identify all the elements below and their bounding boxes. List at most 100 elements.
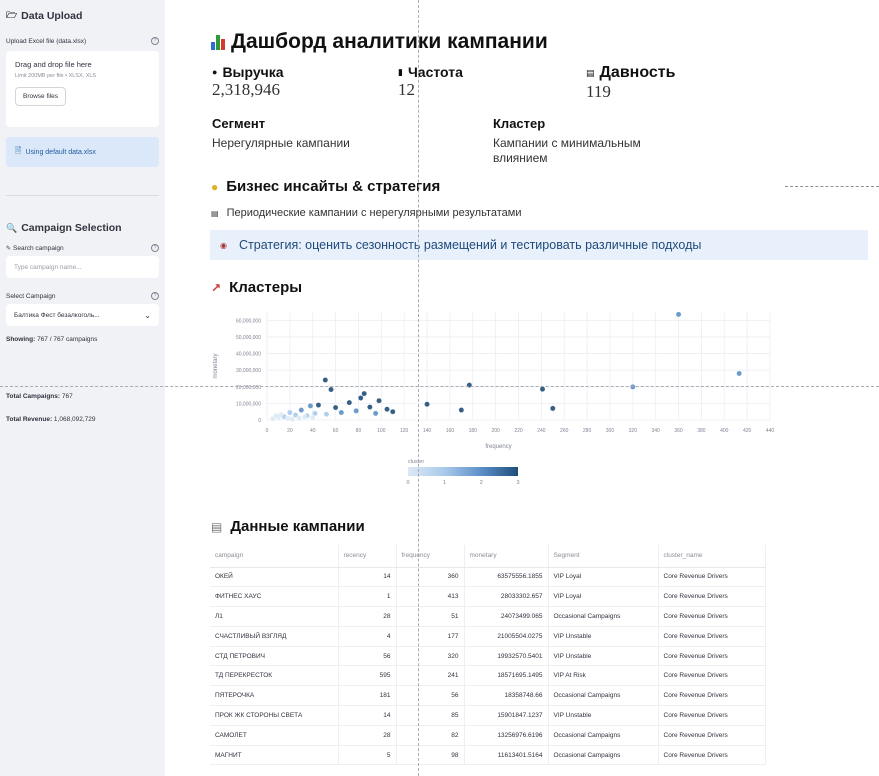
folder-icon: 🗁	[6, 10, 18, 20]
table-cell-monetary: 18571695.1495	[464, 665, 549, 687]
data-heading: ▤ Данные кампании	[211, 518, 365, 535]
search-campaign-input[interactable]: Type campaign name...	[6, 256, 159, 278]
insight-text: ▤ Периодические кампании с нерегулярными…	[211, 207, 522, 219]
x-tick-label: 360	[674, 428, 683, 434]
scatter-point	[289, 416, 295, 422]
table-row[interactable]: САМОЛЕТ 28 82 13256976.6196 Occasional Campa…	[210, 725, 766, 746]
scatter-point	[315, 402, 322, 408]
table-cell-segment: VIP Loyal	[548, 586, 659, 608]
x-tick-label: 380	[697, 428, 706, 434]
table-row[interactable]: СТД ПЕТРОВИЧ 56 320 19932570.5401 VIP Unstab…	[210, 646, 766, 667]
table-cell-campaign: ТД ПЕРЕКРЕСТОК	[210, 665, 339, 687]
help-icon[interactable]: ?	[151, 37, 159, 45]
table-cell-segment: VIP Unstable	[548, 646, 659, 667]
table-cell-frequency: 320	[396, 646, 465, 667]
table-cell-segment: Occasional Campaigns	[548, 606, 659, 627]
table-icon: ▤	[211, 519, 223, 534]
table-cell-campaign: ОКЕЙ	[210, 567, 339, 588]
scatter-point	[376, 397, 382, 404]
scatter-point	[332, 404, 339, 411]
column-header-monetary[interactable]: monetary	[464, 545, 549, 568]
table-cell-campaign: СТД ПЕТРОВИЧ	[210, 646, 339, 667]
scatter-point	[323, 411, 330, 417]
scatter-point	[389, 408, 396, 415]
y-tick-label: 40,000,000	[236, 352, 261, 358]
magnifier-icon: 🔍	[6, 222, 18, 233]
segment-block: Сегмент Нерегулярные кампании	[212, 116, 350, 150]
y-tick-label: 60,000,000	[236, 318, 261, 324]
x-tick-label: 80	[356, 428, 362, 434]
scatter-point	[346, 399, 353, 406]
table-row[interactable]: СЧАСТЛИВЫЙ ВЗГЛЯД 4 177 21005504.0275 VIP Un…	[210, 626, 766, 647]
y-tick-label: 30,000,000	[236, 368, 261, 374]
file-dropzone[interactable]: Drag and drop file here Limit 200MB per …	[6, 51, 159, 127]
insights-heading: ● Бизнес инсайты & стратегия	[211, 178, 441, 195]
scatter-point	[353, 408, 359, 414]
scatter-point	[309, 414, 316, 421]
y-tick-label: 10,000,000	[236, 401, 261, 407]
table-cell-campaign: ПРОК ЖК СТОРОНЫ СВЕТА	[210, 705, 339, 726]
scatter-point	[458, 407, 465, 413]
help-icon[interactable]: ?	[151, 244, 159, 252]
upload-label: Upload Excel file (data.xlsx) ?	[6, 37, 159, 45]
table-cell-recency: 28	[338, 725, 397, 746]
x-tick-label: 340	[652, 428, 661, 434]
x-tick-label: 140	[423, 428, 432, 434]
table-cell-cluster_name: Core Revenue Drivers	[658, 725, 766, 746]
table-cell-campaign: ФИТНЕС ХАУС	[210, 586, 339, 608]
table-cell-cluster_name: Core Revenue Drivers	[658, 646, 766, 667]
clusters-heading: ↗ Кластеры	[211, 279, 303, 296]
scatter-point	[298, 407, 305, 413]
table-cell-segment: VIP Loyal	[548, 567, 659, 588]
x-tick-label: 0	[266, 428, 269, 434]
table-cell-recency: 595	[338, 665, 397, 687]
browse-files-button[interactable]: Browse files	[15, 87, 67, 106]
table-cell-frequency: 413	[396, 586, 465, 608]
table-cell-monetary: 15901847.1237	[464, 705, 549, 726]
column-header-campaign[interactable]: campaign	[210, 545, 339, 568]
data-upload-heading: 🗁 Data Upload	[6, 10, 83, 22]
x-axis-label: frequency	[485, 444, 511, 450]
column-header-segment[interactable]: Segment	[548, 545, 659, 568]
metric-frequency: ▮ Частота 12	[398, 64, 463, 99]
table-row[interactable]: Л1 28 51 24073499.065 Occasional Campaigns Co…	[210, 606, 766, 627]
x-tick-label: 320	[629, 428, 638, 434]
sidebar: 🗁 Data Upload Upload Excel file (data.xl…	[0, 0, 165, 776]
table-row[interactable]: ФИТНЕС ХАУС 1 413 28033302.657 VIP Loyal Core…	[210, 586, 766, 608]
column-header-frequency[interactable]: frequency	[396, 545, 465, 568]
table-row[interactable]: ПРОК ЖК СТОРОНЫ СВЕТА 14 85 15901847.1237 VI…	[210, 705, 766, 726]
column-header-recency[interactable]: recency	[338, 545, 397, 568]
x-tick-label: 420	[743, 428, 752, 434]
table-body: ОКЕЙ 14 360 63575556.1855 VIP Loyal Core Reve…	[210, 567, 766, 766]
table-cell-recency: 56	[338, 646, 397, 667]
metric-revenue-value: 2,318,946	[212, 80, 280, 99]
table-row[interactable]: ОКЕЙ 14 360 63575556.1855 VIP Loyal Core Reve…	[210, 567, 766, 588]
colorbar-tick-label: 3	[516, 480, 519, 486]
campaign-selection-heading: 🔍 Campaign Selection	[6, 222, 122, 234]
x-tick-label: 300	[606, 428, 615, 434]
file-icon: 🗎	[15, 146, 22, 155]
table-cell-campaign: МАГНИТ	[210, 745, 339, 766]
default-file-info: 🗎 Using default data.xlsx	[6, 137, 159, 167]
metric-recency-value: 119	[586, 82, 611, 101]
table-cell-frequency: 98	[396, 745, 465, 766]
scatter-point	[307, 403, 314, 409]
table-cell-campaign: СЧАСТЛИВЫЙ ВЗГЛЯД	[210, 626, 339, 647]
dashed-guide-vertical	[418, 0, 419, 776]
showing-count: Showing: 767 / 767 campaigns	[6, 336, 98, 343]
column-header-cluster_name[interactable]: cluster_name	[658, 545, 766, 568]
help-icon[interactable]: ?	[151, 292, 159, 300]
table-row[interactable]: ТД ПЕРЕКРЕСТОК 595 241 18571695.1495 VIP At …	[210, 665, 766, 687]
table-row[interactable]: МАГНИТ 5 98 11613401.5164 Occasional Campaig…	[210, 745, 766, 766]
scatter-point	[322, 377, 329, 383]
y-axis-label: monetary	[213, 353, 219, 378]
table-row[interactable]: ПЯТЕРОЧКА 181 56 18358748.66 Occasional Camp…	[210, 685, 766, 707]
table-cell-frequency: 177	[396, 626, 465, 647]
scatter-point	[550, 405, 556, 412]
campaign-data-table[interactable]: campaign recency frequency monetary Segment c…	[210, 545, 766, 766]
select-campaign-dropdown[interactable]: Балтика Фест безалкоголь... ⌄	[6, 304, 159, 326]
table-cell-monetary: 21005504.0275	[464, 626, 549, 647]
scatter-point	[273, 413, 279, 419]
cluster-block: Кластер Кампании с минимальным влиянием	[493, 116, 641, 165]
table-cell-recency: 14	[338, 705, 397, 726]
